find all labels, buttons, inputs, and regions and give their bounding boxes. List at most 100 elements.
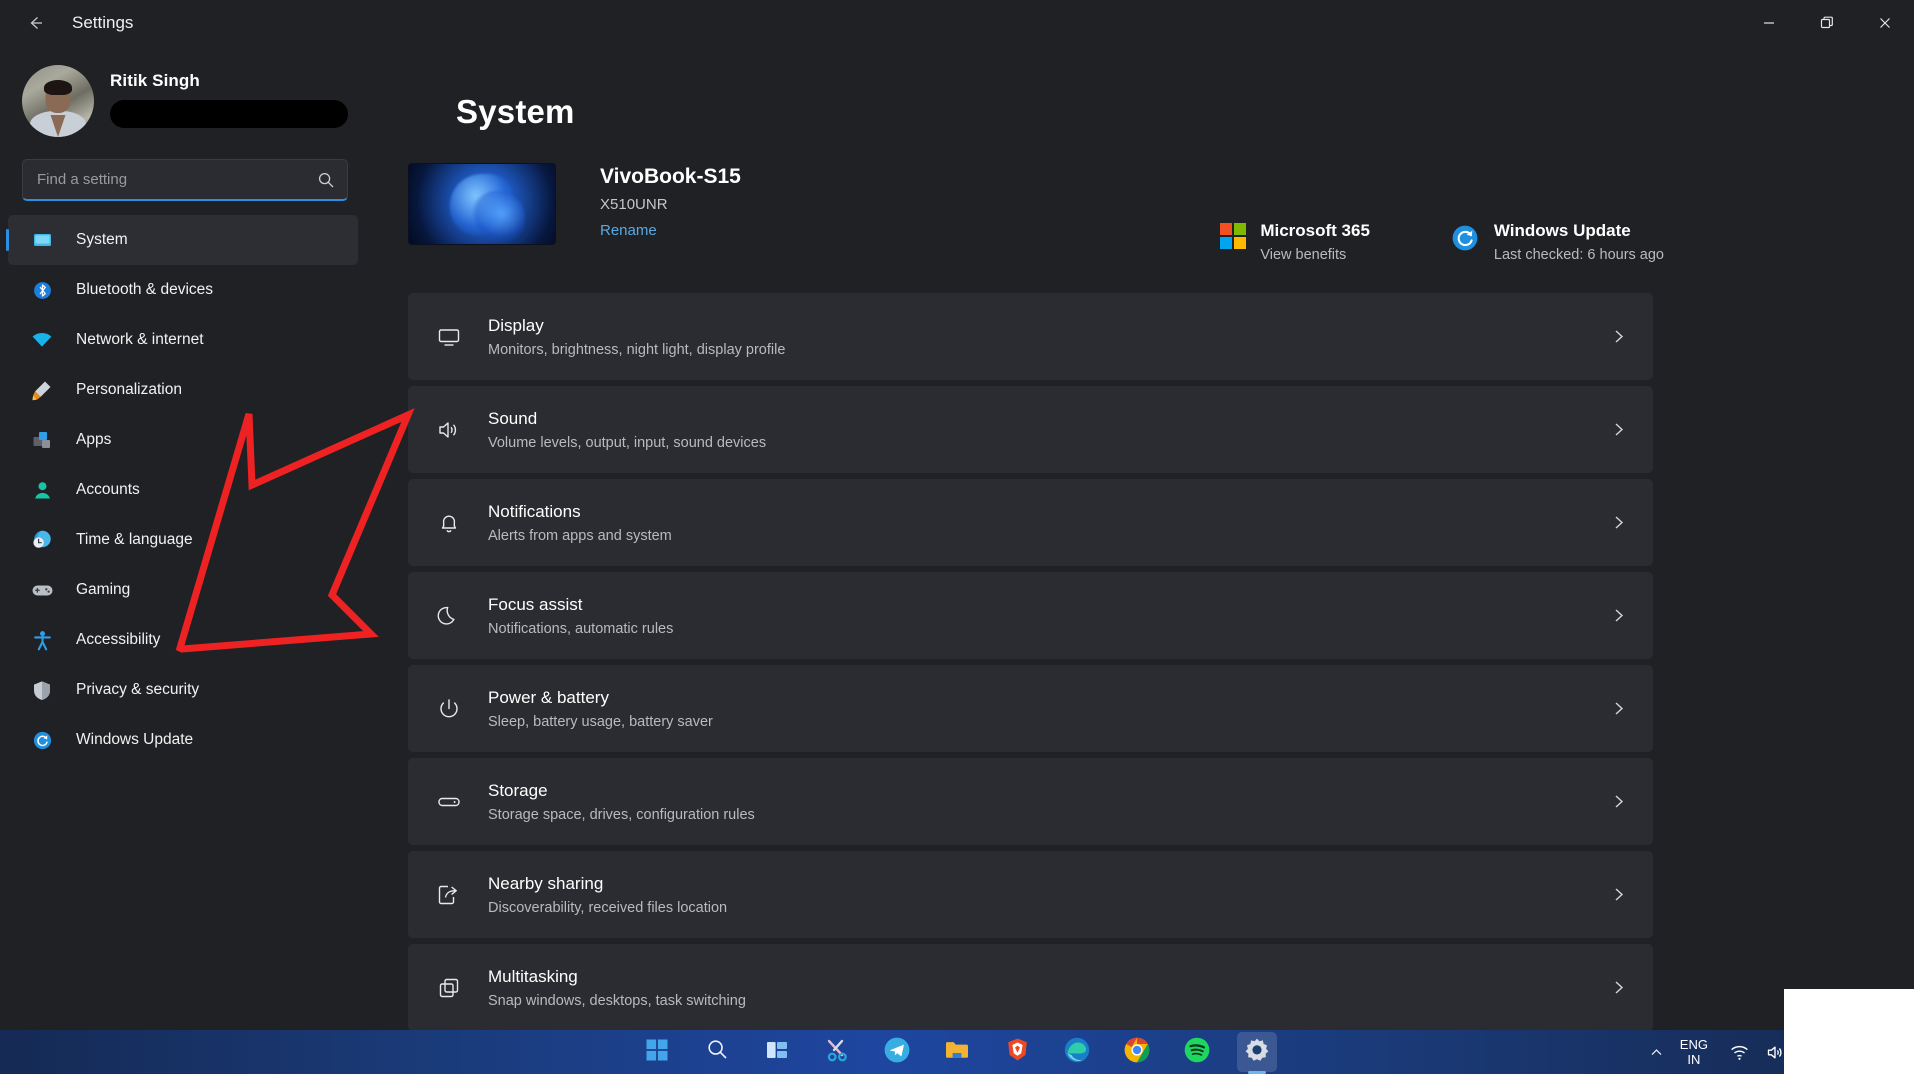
minimize-button[interactable]: [1740, 0, 1798, 45]
file-explorer[interactable]: [937, 1032, 977, 1072]
sidebar-item-network-internet[interactable]: Network & internet: [8, 315, 358, 365]
brave-browser[interactable]: [997, 1032, 1037, 1072]
chevron-right-icon: [1610, 793, 1627, 810]
sidebar-item-label: Privacy & security: [76, 681, 200, 698]
row-title: Multitasking: [488, 966, 578, 986]
settings-row-nearby-sharing[interactable]: Nearby sharing Discoverability, received…: [408, 851, 1653, 938]
chevron-up-icon[interactable]: [1649, 1045, 1664, 1060]
row-title: Sound: [488, 408, 538, 428]
sidebar-item-label: Time & language: [76, 531, 193, 548]
window-controls: [1740, 0, 1914, 45]
quick-cards: Microsoft 365 View benefits Windows Upda…: [1220, 221, 1664, 263]
settings-row-display[interactable]: Display Monitors, brightness, night ligh…: [408, 293, 1653, 380]
windows-start-icon: [645, 1038, 669, 1067]
language-indicator[interactable]: ENG IN: [1680, 1037, 1708, 1067]
sidebar-item-accessibility[interactable]: Accessibility: [8, 615, 358, 665]
row-subtitle: Storage space, drives, configuration rul…: [488, 806, 755, 823]
back-button[interactable]: [12, 6, 58, 40]
search-box[interactable]: [22, 159, 348, 201]
card-title: Windows Update: [1493, 221, 1631, 240]
monitor-icon: [432, 324, 466, 350]
sidebar-item-label: Personalization: [76, 381, 182, 398]
snipping-tool[interactable]: [817, 1032, 857, 1072]
language-line2: IN: [1687, 1052, 1701, 1067]
main-content: System VivoBook-S15 X510UNR Rename Micro…: [372, 45, 1914, 1030]
sidebar-item-windows-update[interactable]: Windows Update: [8, 715, 358, 765]
sidebar-item-apps[interactable]: Apps: [8, 415, 358, 465]
settings-taskbar-button[interactable]: [1237, 1032, 1277, 1072]
google-chrome[interactable]: [1117, 1032, 1157, 1072]
title-bar: Settings: [0, 0, 1914, 45]
sidebar-item-label: Windows Update: [76, 731, 194, 748]
device-name: VivoBook-S15: [600, 165, 741, 188]
windows-update-card[interactable]: Windows Update Last checked: 6 hours ago: [1450, 221, 1664, 263]
person-icon: [30, 478, 54, 502]
card-title: Microsoft 365: [1260, 221, 1370, 240]
page-title: System: [456, 93, 575, 130]
row-title: Nearby sharing: [488, 873, 604, 893]
start-button[interactable]: [637, 1032, 677, 1072]
row-title: Display: [488, 315, 544, 335]
device-summary: VivoBook-S15 X510UNR Rename: [408, 163, 1914, 245]
search-icon: [317, 171, 335, 189]
shield-icon: [30, 678, 54, 702]
row-subtitle: Discoverability, received files location: [488, 899, 728, 916]
settings-row-sound[interactable]: Sound Volume levels, output, input, soun…: [408, 386, 1653, 473]
settings-window: Settings Ritik Singh Find a setting Syst…: [0, 0, 1914, 1074]
search-button[interactable]: [697, 1032, 737, 1072]
settings-row-notifications[interactable]: Notifications Alerts from apps and syste…: [408, 479, 1653, 566]
profile-email-redacted: [110, 100, 348, 128]
close-button[interactable]: [1856, 0, 1914, 45]
brave-lion-icon: [1005, 1037, 1030, 1067]
sidebar-item-label: Bluetooth & devices: [76, 281, 214, 298]
chevron-right-icon: [1610, 886, 1627, 903]
settings-row-multitasking[interactable]: Multitasking Snap windows, desktops, tas…: [408, 944, 1653, 1030]
display-monitor-icon: [30, 228, 54, 252]
edge-icon: [1064, 1037, 1090, 1068]
gear-icon: [1244, 1037, 1270, 1068]
chevron-right-icon: [1610, 421, 1627, 438]
avatar: [22, 65, 94, 137]
sidebar-item-personalization[interactable]: Personalization: [8, 365, 358, 415]
settings-row-storage[interactable]: Storage Storage space, drives, configura…: [408, 758, 1653, 845]
task-view-button[interactable]: [757, 1032, 797, 1072]
card-subtitle: Last checked: 6 hours ago: [1493, 247, 1664, 263]
sidebar-nav: System Bluetooth & devices Network & int…: [0, 215, 372, 765]
white-overlay-rect: [1784, 989, 1914, 1074]
user-profile[interactable]: Ritik Singh: [0, 45, 372, 137]
sidebar-item-bluetooth-devices[interactable]: Bluetooth & devices: [8, 265, 358, 315]
sidebar-item-label: Network & internet: [76, 331, 204, 348]
search-input[interactable]: [23, 171, 347, 188]
spotify[interactable]: [1177, 1032, 1217, 1072]
sidebar: Ritik Singh System: [0, 45, 372, 1030]
clock-globe-icon: [30, 528, 54, 552]
taskbar-items: [637, 1032, 1277, 1072]
accessibility-person-icon: [30, 628, 54, 652]
sidebar-item-label: Apps: [76, 431, 112, 448]
microsoft-edge[interactable]: [1057, 1032, 1097, 1072]
row-title: Focus assist: [488, 594, 583, 614]
settings-row-focus-assist[interactable]: Focus assist Notifications, automatic ru…: [408, 572, 1653, 659]
task-view-icon: [765, 1038, 789, 1067]
row-subtitle: Monitors, brightness, night light, displ…: [488, 341, 786, 358]
rename-link[interactable]: Rename: [600, 222, 741, 239]
sidebar-item-system[interactable]: System: [6, 215, 358, 265]
folder-icon: [944, 1037, 970, 1068]
telegram[interactable]: [877, 1032, 917, 1072]
sidebar-item-accounts[interactable]: Accounts: [8, 465, 358, 515]
settings-row-power-battery[interactable]: Power & battery Sleep, battery usage, ba…: [408, 665, 1653, 752]
bell-icon: [432, 510, 466, 536]
speaker-icon[interactable]: [1766, 1043, 1785, 1062]
row-subtitle: Sleep, battery usage, battery saver: [488, 713, 713, 730]
moon-icon: [432, 603, 466, 629]
paintbrush-icon: [30, 378, 54, 402]
restore-button[interactable]: [1798, 0, 1856, 45]
sidebar-item-gaming[interactable]: Gaming: [8, 565, 358, 615]
wifi-icon[interactable]: [1730, 1043, 1749, 1062]
row-subtitle: Snap windows, desktops, task switching: [488, 992, 746, 1009]
sidebar-item-privacy-security[interactable]: Privacy & security: [8, 665, 358, 715]
sidebar-item-time-language[interactable]: Time & language: [8, 515, 358, 565]
device-wallpaper-thumbnail: [408, 163, 556, 245]
row-subtitle: Volume levels, output, input, sound devi…: [488, 434, 767, 451]
microsoft-365-card[interactable]: Microsoft 365 View benefits: [1220, 221, 1370, 263]
